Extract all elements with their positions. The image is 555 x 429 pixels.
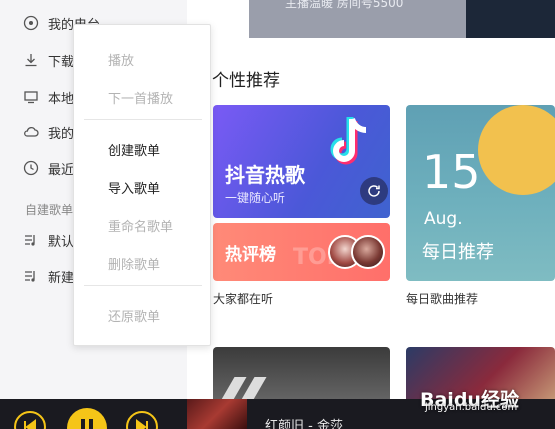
menu-item-play: 播放 [108,54,135,69]
watermark-url: jingyan.baidu.com [425,402,518,413]
radio-icon [22,15,39,32]
hot-comments-card[interactable]: TOP 热评榜 [213,223,390,281]
next-button[interactable] [126,411,158,429]
menu-item-restore-playlist: 还原歌单 [108,310,161,325]
sidebar-item-cloud[interactable]: 我的 [22,122,74,142]
daily-month: Aug. [424,209,463,229]
section-title: 个性推荐 [212,71,280,91]
tiktok-hot-songs-card[interactable]: 抖音热歌 一键随心听 [213,105,390,218]
card-title: 热评榜 [225,245,276,265]
menu-item-import-playlist[interactable]: 导入歌单 [108,178,160,197]
playlist-card[interactable] [213,347,390,399]
monitor-icon [22,89,39,106]
album-cover[interactable] [187,399,247,429]
playlist-icon [22,232,39,249]
tiktok-logo-icon [330,117,367,165]
next-icon [136,419,148,429]
menu-item-create-playlist[interactable]: 创建歌单 [108,140,160,159]
daily-label: 每日推荐 [422,242,494,263]
menu-item-delete-playlist: 删除歌单 [108,258,161,273]
sidebar-playlist-default[interactable]: 默认 [22,230,74,250]
card-subtitle: 一键随心听 [225,191,286,205]
sidebar-item-download[interactable]: 下载 [22,50,74,70]
context-menu: 播放 下一首播放 创建歌单 导入歌单 重命名歌单 删除歌单 还原歌单 [73,24,211,346]
sidebar-item-label: 下载 [48,54,75,70]
sidebar-item-label: 本地 [48,91,75,107]
banner[interactable]: 主播温暖 房间号5500 [249,0,467,38]
menu-separator [84,285,202,286]
previous-button[interactable] [14,411,46,429]
sun-decoration [478,105,555,195]
refresh-icon [368,185,380,197]
sidebar-playlist-new[interactable]: 新建 [22,266,74,286]
card-title: 抖音热歌 [225,163,305,187]
menu-item-rename-playlist: 重命名歌单 [108,220,174,235]
cloud-icon [22,124,39,141]
sidebar-item-label: 我的 [48,126,75,142]
playlist-section-label: 自建歌单 [25,203,74,217]
daily-day: 15 [422,145,481,199]
card-caption[interactable]: 每日歌曲推荐 [406,290,478,307]
sidebar-item-label: 最近 [48,162,75,178]
pause-icon [81,419,93,429]
daily-recommend-card[interactable]: 15 Aug. 每日推荐 [406,105,555,281]
avatar [351,235,385,269]
refresh-button[interactable] [360,177,388,205]
main-content: 主播温暖 房间号5500 个性推荐 抖音热歌 一键随心听 TOP 热评榜 15 … [187,0,555,399]
card-caption[interactable]: 大家都在听 [213,290,273,307]
previous-icon [24,419,36,429]
menu-separator [84,119,202,120]
menu-item-play-next: 下一首播放 [108,92,174,107]
playlist-icon [22,268,39,285]
sidebar-item-local[interactable]: 本地 [22,87,74,107]
pause-button[interactable] [67,408,107,429]
sidebar-item-recent[interactable]: 最近 [22,158,74,178]
now-playing-title: 红颜旧 - 金莎 [265,419,343,429]
sidebar-item-label: 默认 [48,234,75,250]
banner-image[interactable] [466,0,555,38]
sidebar-item-label: 新建 [48,270,75,286]
download-icon [22,52,39,69]
banner-text: 主播温暖 房间号5500 [285,0,404,10]
clock-icon [22,160,39,177]
